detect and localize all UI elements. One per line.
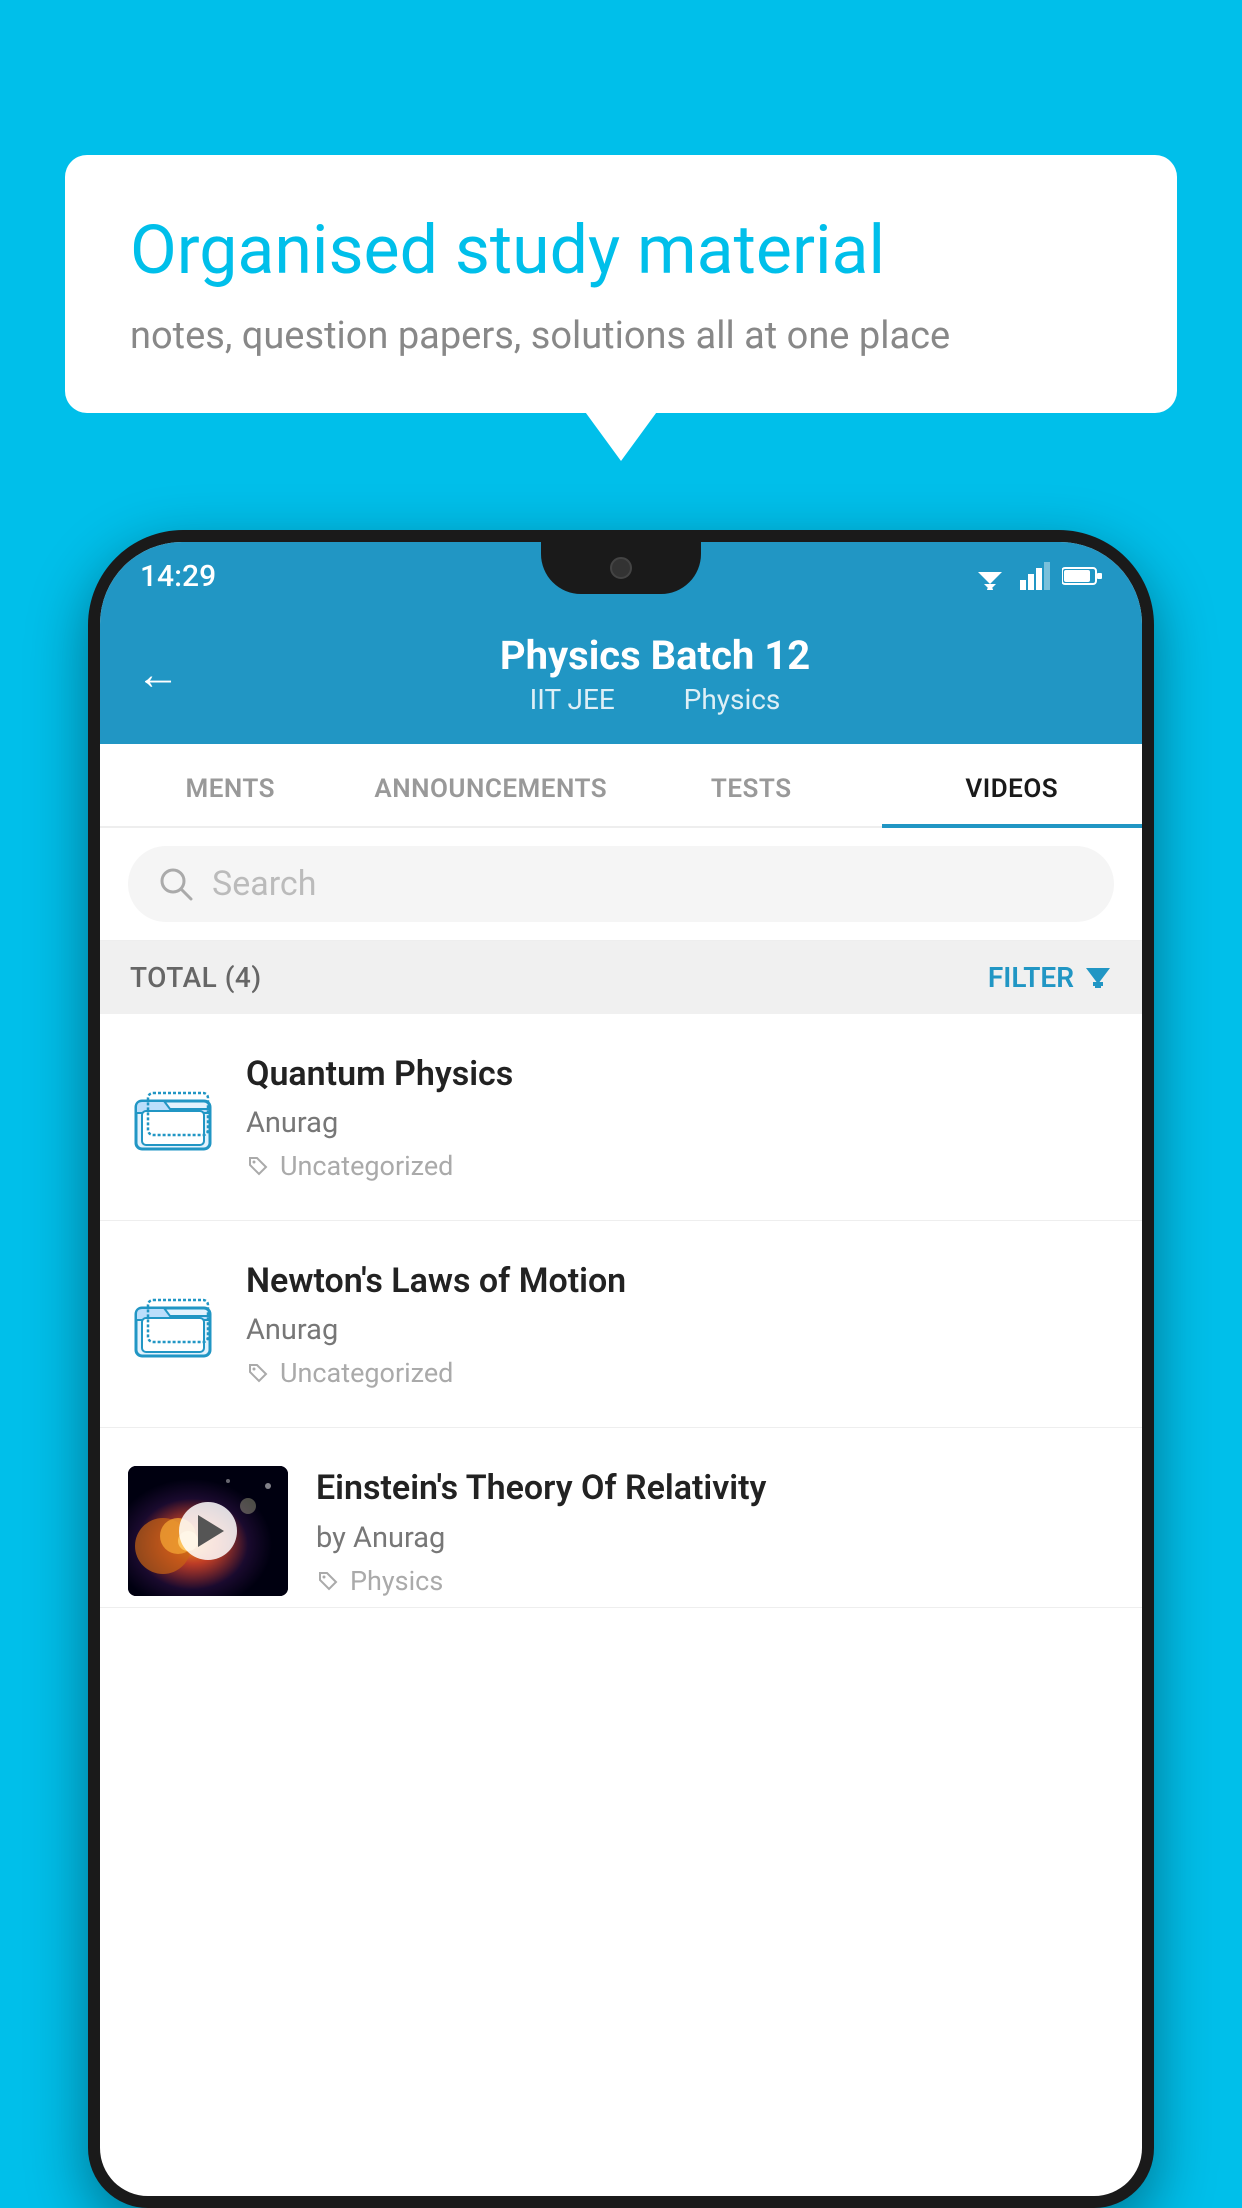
video-item-tag: Uncategorized — [246, 1357, 1114, 1389]
app-bar-batch: IIT JEE — [530, 683, 615, 716]
tab-ments[interactable]: MENTS — [100, 744, 361, 826]
filter-bar: TOTAL (4) FILTER — [100, 941, 1142, 1014]
filter-icon — [1084, 964, 1112, 992]
total-count: TOTAL (4) — [130, 961, 262, 994]
video-item-info: Einstein's Theory Of Relativity by Anura… — [316, 1466, 1114, 1596]
tab-tests[interactable]: TESTS — [621, 744, 882, 826]
search-bar[interactable]: Search — [128, 846, 1114, 922]
video-item-tag-text: Uncategorized — [280, 1150, 453, 1182]
speech-bubble-card: Organised study material notes, question… — [65, 155, 1177, 413]
app-bar-subject: Physics — [684, 683, 781, 716]
video-item-author: by Anurag — [316, 1521, 1114, 1555]
folder-icon — [134, 1290, 212, 1358]
folder-icon-container — [128, 1072, 218, 1162]
search-bar-container: Search — [100, 828, 1142, 941]
tab-videos[interactable]: VIDEOS — [882, 744, 1143, 826]
signal-icon — [1020, 562, 1050, 590]
video-item-author: Anurag — [246, 1313, 1114, 1347]
play-button-overlay[interactable] — [128, 1466, 288, 1596]
phone-notch — [541, 542, 701, 594]
app-bar: ← Physics Batch 12 IIT JEE Physics — [100, 610, 1142, 744]
wifi-icon — [972, 562, 1008, 590]
status-bar: 14:29 — [100, 542, 1142, 610]
folder-icon — [134, 1083, 212, 1151]
search-placeholder: Search — [212, 864, 316, 904]
app-bar-title-group: Physics Batch 12 IIT JEE Physics — [204, 632, 1106, 716]
status-bar-time: 14:29 — [140, 559, 216, 594]
list-item[interactable]: Newton's Laws of Motion Anurag Uncategor… — [100, 1221, 1142, 1428]
play-triangle-icon — [198, 1515, 224, 1547]
tag-icon — [246, 1361, 270, 1385]
video-item-title: Einstein's Theory Of Relativity — [316, 1466, 1114, 1510]
tabs-bar: MENTS ANNOUNCEMENTS TESTS VIDEOS — [100, 744, 1142, 828]
video-item-tag-text: Physics — [350, 1565, 443, 1597]
tab-announcements[interactable]: ANNOUNCEMENTS — [361, 744, 622, 826]
app-bar-subtitle: IIT JEE Physics — [204, 683, 1106, 716]
phone-frame: 14:29 — [88, 530, 1154, 2208]
video-item-tag-text: Uncategorized — [280, 1357, 453, 1389]
filter-label: FILTER — [988, 961, 1074, 994]
play-button[interactable] — [179, 1502, 237, 1560]
speech-bubble-subtext: notes, question papers, solutions all at… — [130, 314, 1112, 358]
video-item-info: Quantum Physics Anurag Uncategorized — [246, 1052, 1114, 1182]
video-item-title: Newton's Laws of Motion — [246, 1259, 1114, 1303]
video-list: Quantum Physics Anurag Uncategorized — [100, 1014, 1142, 1608]
speech-bubble-heading: Organised study material — [130, 210, 1112, 292]
speech-bubble-section: Organised study material notes, question… — [65, 155, 1177, 413]
status-bar-icons — [972, 562, 1102, 590]
video-item-title: Quantum Physics — [246, 1052, 1114, 1096]
list-item[interactable]: Einstein's Theory Of Relativity by Anura… — [100, 1428, 1142, 1607]
battery-icon — [1062, 565, 1102, 587]
video-item-author: Anurag — [246, 1106, 1114, 1140]
video-item-tag: Physics — [316, 1565, 1114, 1597]
list-item[interactable]: Quantum Physics Anurag Uncategorized — [100, 1014, 1142, 1221]
app-bar-separator — [646, 683, 660, 716]
filter-button[interactable]: FILTER — [988, 961, 1112, 994]
folder-icon-container — [128, 1279, 218, 1369]
tag-icon — [246, 1154, 270, 1178]
front-camera — [610, 557, 632, 579]
phone-screen: 14:29 — [100, 542, 1142, 2196]
tag-icon — [316, 1569, 340, 1593]
back-button[interactable]: ← — [136, 648, 180, 700]
search-icon — [158, 866, 194, 902]
video-thumbnail — [128, 1466, 288, 1596]
video-item-tag: Uncategorized — [246, 1150, 1114, 1182]
app-bar-title: Physics Batch 12 — [204, 632, 1106, 679]
video-item-info: Newton's Laws of Motion Anurag Uncategor… — [246, 1259, 1114, 1389]
